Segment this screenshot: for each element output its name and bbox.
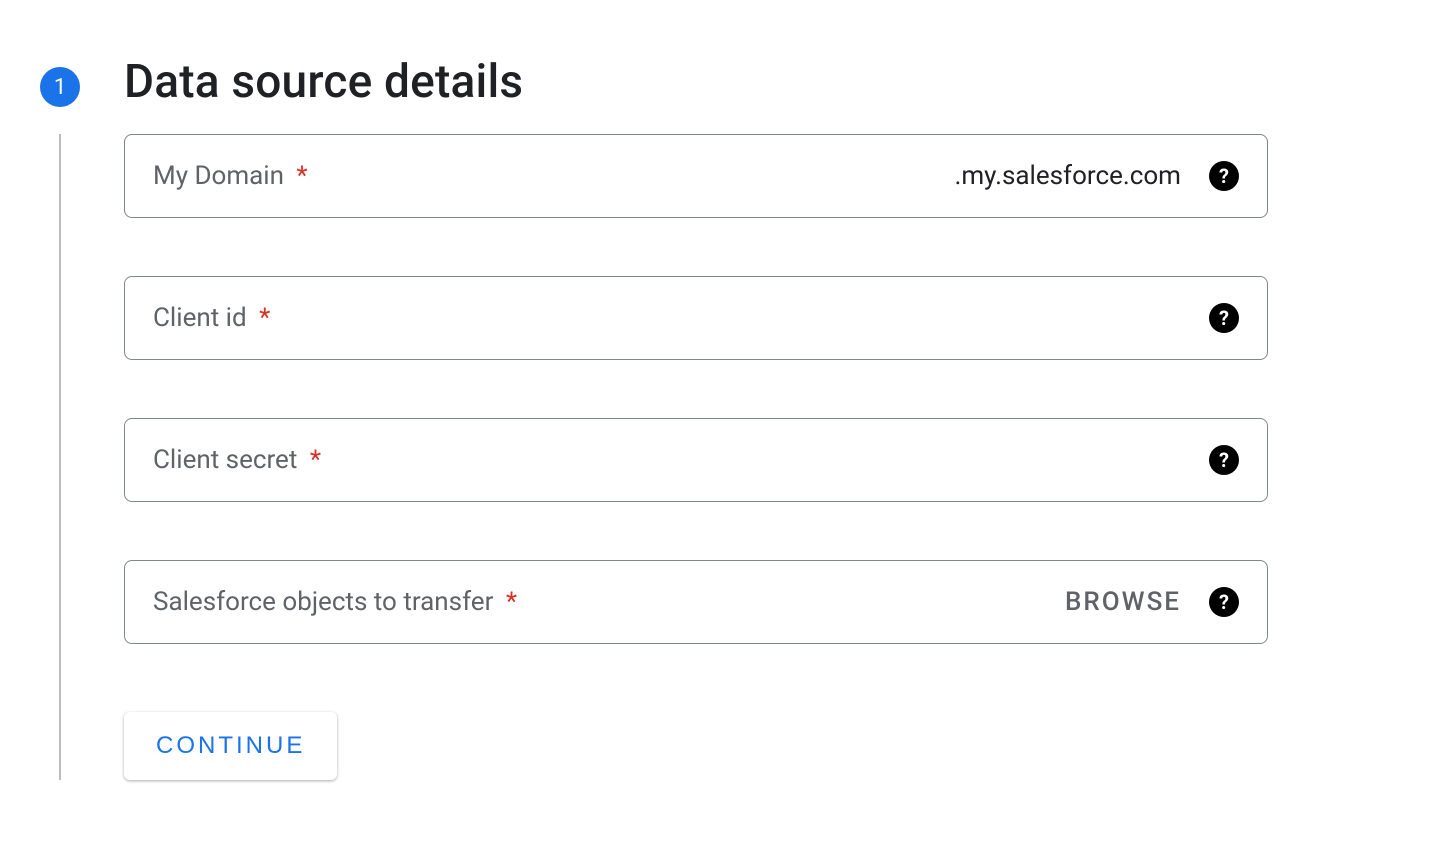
objects-label: Salesforce objects to transfer * xyxy=(153,587,517,617)
my-domain-field[interactable]: My Domain * .my.salesforce.com ? xyxy=(124,134,1268,218)
step-title: Data source details xyxy=(124,55,523,110)
step-body: My Domain * .my.salesforce.com ? Client … xyxy=(40,134,1398,780)
required-asterisk: * xyxy=(506,587,517,617)
continue-button[interactable]: CONTINUE xyxy=(124,712,337,780)
step-panel: 1 Data source details My Domain * .my.sa… xyxy=(0,0,1438,820)
form-area: My Domain * .my.salesforce.com ? Client … xyxy=(80,134,1398,780)
client-secret-field[interactable]: Client secret * ? xyxy=(124,418,1268,502)
browse-button[interactable]: BROWSE xyxy=(1065,587,1181,617)
step-number-badge: 1 xyxy=(40,67,80,107)
client-id-field[interactable]: Client id * ? xyxy=(124,276,1268,360)
step-number: 1 xyxy=(54,75,66,100)
objects-field[interactable]: Salesforce objects to transfer * BROWSE … xyxy=(124,560,1268,644)
step-rail xyxy=(40,134,80,780)
help-icon[interactable]: ? xyxy=(1209,587,1239,617)
step-rail-line xyxy=(59,134,61,780)
step-header: 1 Data source details xyxy=(40,55,1398,110)
